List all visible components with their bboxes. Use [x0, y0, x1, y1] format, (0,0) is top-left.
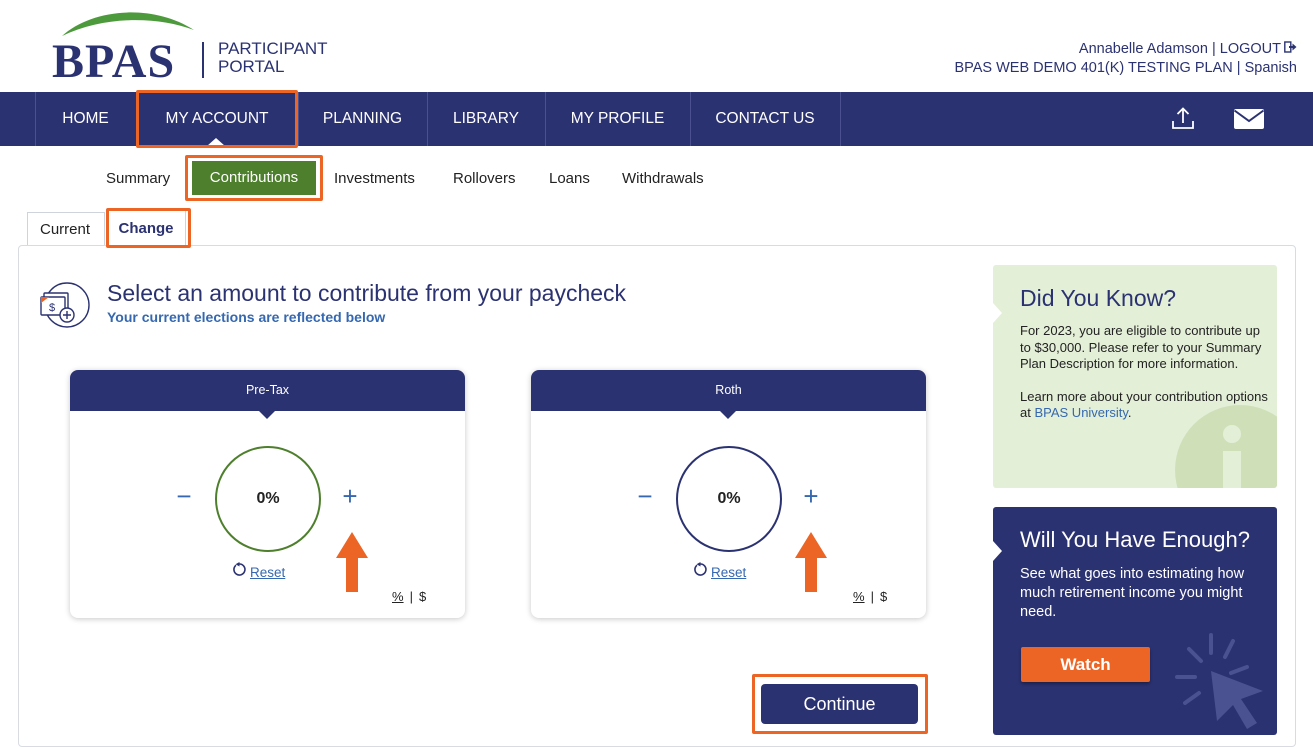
roth-card: Roth − 0% + Reset % | $ [531, 370, 926, 618]
tab-change[interactable]: Change [106, 210, 186, 245]
roth-reset-link[interactable]: Reset [693, 562, 746, 581]
reset-icon [232, 562, 247, 581]
svg-text:$: $ [49, 302, 55, 314]
bpas-university-link[interactable]: BPAS University [1034, 405, 1127, 420]
reset-icon [693, 562, 708, 581]
will-you-have-enough-title: Will You Have Enough? [1020, 527, 1250, 552]
upload-icon[interactable] [1169, 106, 1197, 132]
pretax-amount-dial[interactable]: 0% [215, 446, 321, 552]
did-you-know-notch [993, 303, 1002, 323]
subnav-loans[interactable]: Loans [549, 170, 590, 187]
subnav-rollovers[interactable]: Rollovers [453, 170, 516, 187]
page-header: BPAS PARTICIPANT PORTAL Annabelle Adamso… [0, 0, 1313, 92]
pretax-reset-link[interactable]: Reset [232, 562, 285, 581]
roth-pointer-arrow-icon [795, 532, 827, 592]
roth-unit-dollar[interactable]: $ [874, 589, 887, 604]
portal-line1: PARTICIPANT [218, 39, 328, 58]
logout-icon[interactable] [1284, 40, 1297, 59]
subnav-contributions[interactable]: Contributions [192, 161, 316, 195]
pretax-decrease-button[interactable]: − [174, 481, 194, 513]
nav-contact-us[interactable]: CONTACT US [690, 92, 840, 146]
click-cursor-icon [1175, 633, 1263, 729]
did-you-know-body: For 2023, you are eligible to contribute… [1020, 323, 1268, 422]
nav-my-profile[interactable]: MY PROFILE [545, 92, 690, 146]
info-watermark-bar [1223, 451, 1241, 488]
tab-current[interactable]: Current [27, 212, 105, 245]
logo-text: BPAS [52, 35, 176, 88]
continue-button[interactable]: Continue [761, 684, 918, 724]
pretax-pointer-arrow-icon [336, 532, 368, 592]
pretax-card: Pre-Tax − 0% + Reset % | $ [70, 370, 465, 618]
pretax-card-header: Pre-Tax [70, 370, 465, 411]
language-link[interactable]: Spanish [1245, 60, 1297, 76]
roth-increase-button[interactable]: + [799, 481, 823, 513]
subnav-investments[interactable]: Investments [334, 170, 415, 187]
plan-separator: | [1236, 60, 1241, 76]
plan-name: BPAS WEB DEMO 401(K) TESTING PLAN [954, 60, 1233, 76]
pretax-reset-label[interactable]: Reset [250, 565, 285, 580]
portal-line2: PORTAL [218, 57, 285, 76]
paycheck-contribution-icon: $ [40, 282, 90, 328]
nav-separator [840, 92, 841, 146]
watch-button[interactable]: Watch [1021, 647, 1150, 682]
nav-library[interactable]: LIBRARY [427, 92, 545, 146]
card-header-caret [259, 411, 275, 419]
roth-reset-label[interactable]: Reset [711, 565, 746, 580]
nav-home[interactable]: HOME [35, 92, 136, 146]
pretax-increase-button[interactable]: + [338, 481, 362, 513]
did-you-know-box: Did You Know? For 2023, you are eligible… [993, 265, 1277, 488]
pretax-unit-dollar[interactable]: $ [413, 589, 426, 604]
roth-unit-percent[interactable]: % [853, 589, 871, 604]
contribution-title: Select an amount to contribute from your… [107, 280, 627, 306]
user-separator: | [1211, 41, 1216, 57]
user-area: Annabelle Adamson | LOGOUT BPAS WEB DEMO… [954, 40, 1297, 78]
learn-more-suffix: . [1127, 405, 1132, 420]
bpas-logo[interactable]: BPAS PARTICIPANT PORTAL [52, 6, 352, 88]
roth-decrease-button[interactable]: − [635, 481, 655, 513]
portal-name: PARTICIPANT PORTAL [218, 40, 328, 76]
contribution-subtitle: Your current elections are reflected bel… [107, 309, 386, 325]
mail-icon[interactable] [1233, 106, 1265, 132]
will-you-have-enough-body: See what goes into estimating how much r… [1020, 566, 1245, 620]
subnav-withdrawals[interactable]: Withdrawals [622, 170, 704, 187]
did-you-know-text: For 2023, you are eligible to contribute… [1020, 323, 1262, 371]
nav-planning[interactable]: PLANNING [298, 92, 427, 146]
user-name: Annabelle Adamson [1078, 41, 1208, 57]
roth-amount-dial[interactable]: 0% [676, 446, 782, 552]
will-you-have-enough-box: Will You Have Enough? See what goes into… [993, 507, 1277, 735]
nav-active-caret [207, 138, 225, 146]
pretax-unit-toggle: % | $ [392, 589, 426, 604]
logout-link[interactable]: LOGOUT [1220, 41, 1281, 57]
did-you-know-title: Did You Know? [1020, 285, 1177, 311]
will-you-have-enough-notch [993, 541, 1002, 561]
card-header-caret [720, 411, 736, 419]
main-nav: HOME MY ACCOUNT PLANNING LIBRARY MY PROF… [0, 92, 1313, 146]
subnav-summary[interactable]: Summary [106, 170, 170, 187]
pretax-unit-percent[interactable]: % [392, 589, 410, 604]
logo-divider [202, 42, 204, 78]
info-watermark-dot [1223, 425, 1241, 443]
did-you-know-learn-more: Learn more about your contribution optio… [1020, 389, 1268, 422]
roth-unit-toggle: % | $ [853, 589, 887, 604]
roth-card-header: Roth [531, 370, 926, 411]
